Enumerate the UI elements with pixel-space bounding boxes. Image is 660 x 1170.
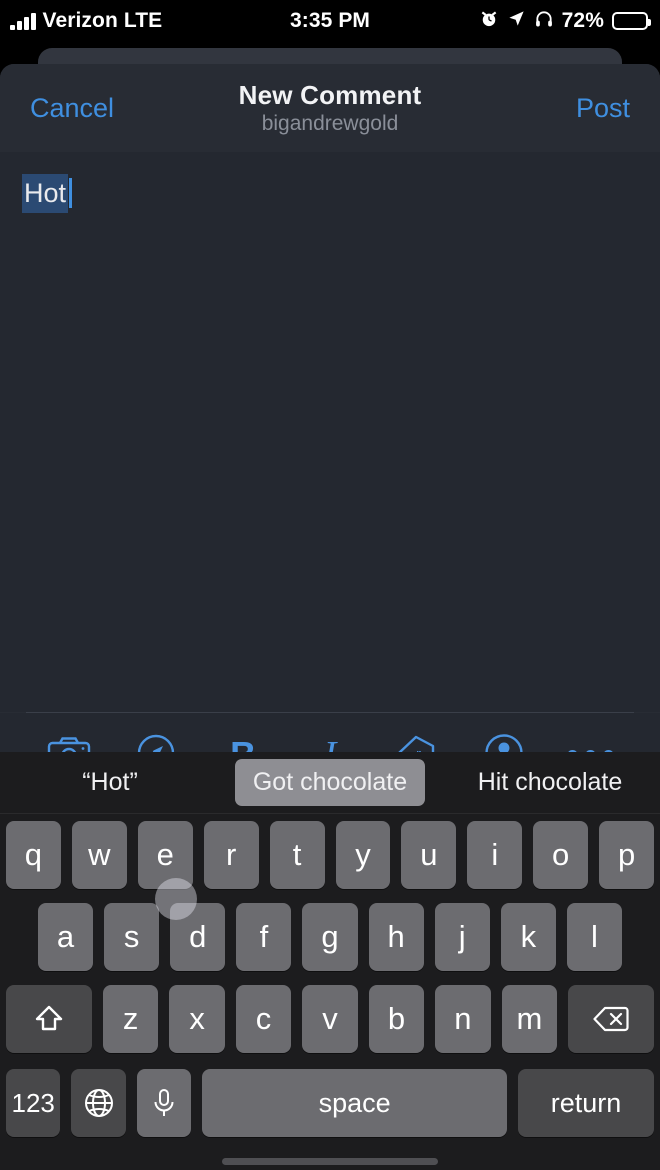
microphone-icon: [150, 1087, 178, 1119]
space-key[interactable]: space: [202, 1069, 507, 1137]
location-arrow-icon: [507, 9, 526, 33]
page-subtitle: bigandrewgold: [261, 112, 399, 135]
key-j[interactable]: j: [434, 903, 490, 971]
key-o[interactable]: o: [533, 821, 589, 889]
page-title: New Comment: [238, 80, 422, 110]
on-screen-keyboard: “Hot” Got chocolate Hit chocolate q w e …: [0, 752, 660, 1170]
predictive-text-bar: “Hot” Got chocolate Hit chocolate: [0, 752, 660, 814]
key-t[interactable]: t: [269, 821, 325, 889]
key-k[interactable]: k: [500, 903, 556, 971]
keyboard-row-2: a s d f g h j k l: [0, 896, 660, 978]
headphones-icon: [534, 9, 554, 34]
key-y[interactable]: y: [335, 821, 391, 889]
key-n[interactable]: n: [435, 985, 491, 1053]
key-u[interactable]: u: [401, 821, 457, 889]
key-w[interactable]: w: [71, 821, 127, 889]
prediction-label: “Hot”: [82, 768, 138, 796]
new-comment-sheet: Cancel New Comment bigandrewgold Post Ho…: [0, 64, 660, 1170]
globe-icon: [83, 1087, 115, 1119]
key-r[interactable]: r: [203, 821, 259, 889]
comment-editor[interactable]: Hot: [0, 152, 660, 712]
shift-key[interactable]: [5, 985, 92, 1053]
key-h[interactable]: h: [368, 903, 424, 971]
delete-key[interactable]: [568, 985, 655, 1053]
key-i[interactable]: i: [467, 821, 523, 889]
navigation-bar: Cancel New Comment bigandrewgold Post: [0, 64, 660, 152]
key-l[interactable]: l: [566, 903, 622, 971]
key-x[interactable]: x: [169, 985, 225, 1053]
post-button[interactable]: Post: [576, 64, 630, 152]
key-p[interactable]: p: [599, 821, 655, 889]
alarm-icon: [479, 9, 499, 34]
dictation-key[interactable]: [136, 1069, 192, 1137]
numeric-key[interactable]: 123: [6, 1069, 61, 1137]
key-g[interactable]: g: [302, 903, 358, 971]
keyboard-row-1: q w e r t y u i o p: [0, 814, 660, 896]
phone-screen: Verizon LTE 3:35 PM 72% Cancel New Comme…: [0, 0, 660, 1170]
key-z[interactable]: z: [102, 985, 159, 1053]
return-key[interactable]: return: [517, 1069, 655, 1137]
key-v[interactable]: v: [302, 985, 358, 1053]
status-bar-right: 72%: [479, 0, 651, 42]
keyboard-row-3: z x c v b n m: [0, 978, 660, 1060]
globe-key[interactable]: [71, 1069, 126, 1137]
key-m[interactable]: m: [501, 985, 558, 1053]
key-b[interactable]: b: [368, 985, 425, 1053]
battery-icon: [612, 12, 651, 30]
prediction-label: Got chocolate: [234, 759, 426, 806]
clock-label: 3:35 PM: [289, 9, 371, 32]
prediction-label: Hit chocolate: [477, 768, 623, 796]
key-s[interactable]: s: [104, 903, 160, 971]
key-c[interactable]: c: [235, 985, 292, 1053]
touch-indicator: [155, 878, 197, 920]
shift-arrow-icon: [32, 1002, 66, 1036]
prediction-item-1[interactable]: Got chocolate: [220, 759, 440, 807]
prediction-item-0[interactable]: “Hot”: [0, 759, 220, 807]
text-caret: [69, 178, 73, 208]
keyboard-row-4: 123 space return: [0, 1060, 660, 1146]
key-q[interactable]: q: [5, 821, 61, 889]
battery-percent-label: 72%: [561, 9, 604, 32]
home-indicator: [222, 1158, 438, 1165]
backspace-icon: [592, 1004, 630, 1034]
comment-text: Hot: [22, 174, 69, 213]
key-a[interactable]: a: [38, 903, 94, 971]
key-f[interactable]: f: [236, 903, 292, 971]
status-bar: Verizon LTE 3:35 PM 72%: [0, 0, 660, 42]
prediction-item-2[interactable]: Hit chocolate: [440, 759, 660, 807]
navigation-titles: New Comment bigandrewgold: [0, 64, 660, 152]
